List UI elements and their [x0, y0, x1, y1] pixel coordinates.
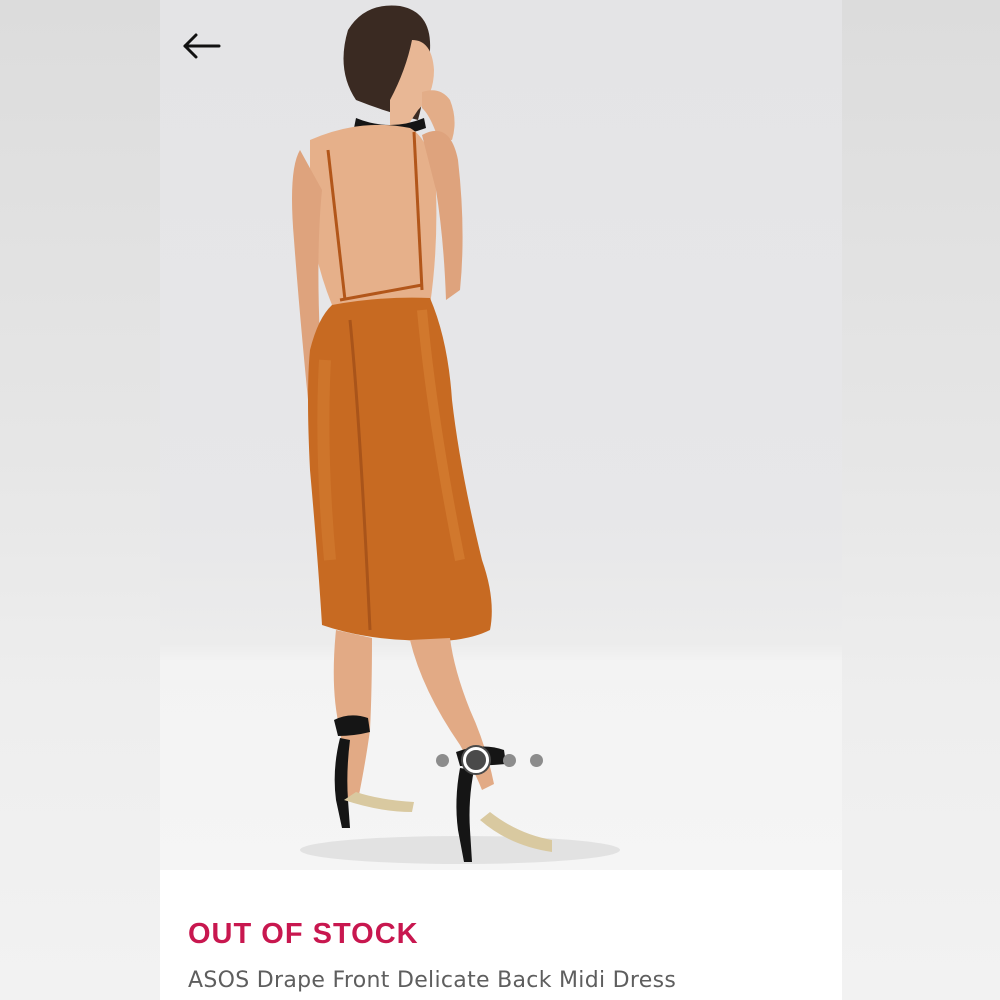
carousel-dot-2-active[interactable]: [463, 747, 489, 773]
carousel-indicator: [436, 746, 543, 774]
product-info: OUT OF STOCK ASOS Drape Front Delicate B…: [160, 870, 842, 1000]
carousel-dot-4[interactable]: [530, 753, 543, 767]
carousel-dot-3[interactable]: [503, 753, 516, 767]
stock-status-label: OUT OF STOCK: [188, 918, 419, 950]
carousel-dot-1[interactable]: [436, 753, 449, 767]
right-blurred-backdrop: [842, 0, 1000, 1000]
left-blurred-backdrop: [0, 0, 160, 1000]
back-button[interactable]: [180, 26, 224, 66]
product-screen: OUT OF STOCK ASOS Drape Front Delicate B…: [160, 0, 842, 1000]
product-title: ASOS Drape Front Delicate Back Midi Dres…: [188, 968, 677, 993]
product-image-gallery[interactable]: [160, 0, 842, 870]
arrow-left-icon: [183, 33, 221, 59]
product-photo: [292, 5, 620, 864]
